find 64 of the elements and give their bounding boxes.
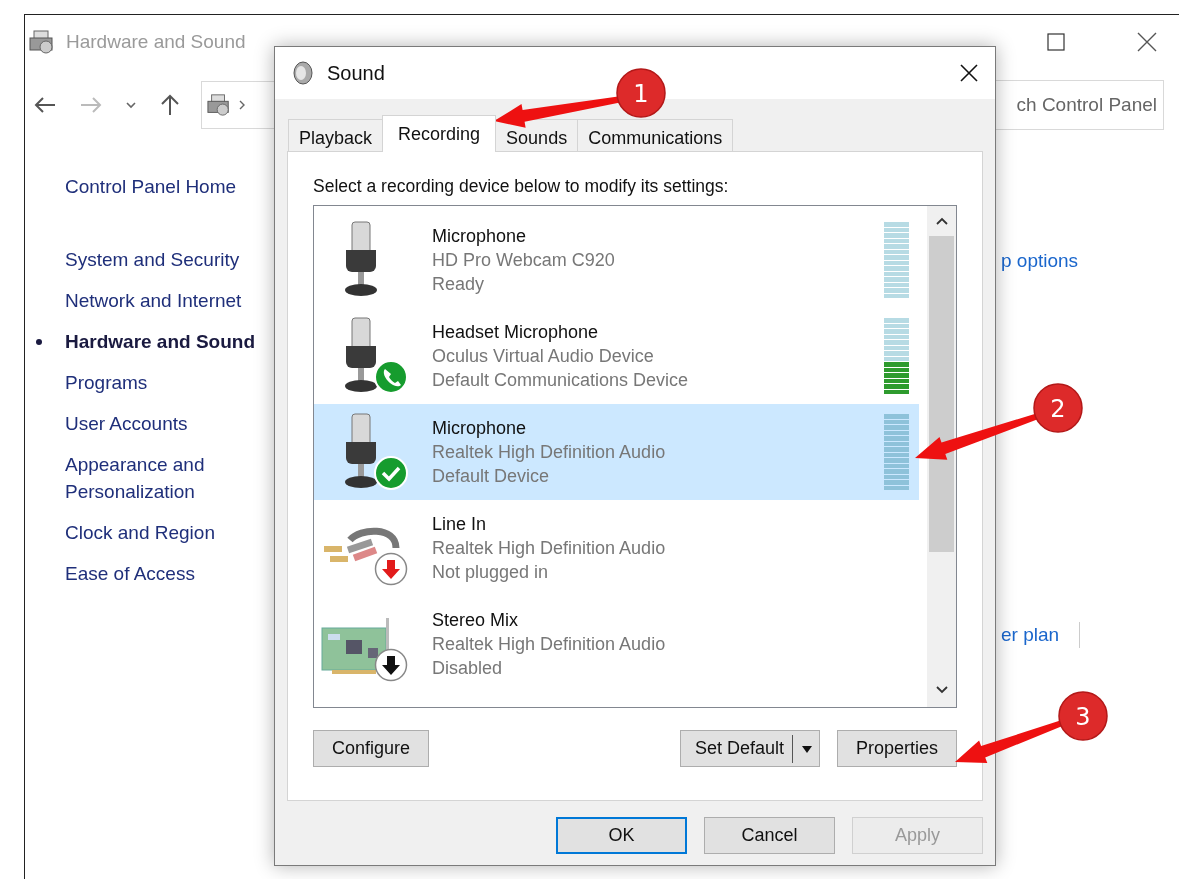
maximize-icon[interactable] <box>1047 33 1065 51</box>
down-arrow-badge-icon <box>374 648 408 682</box>
sidebar-item[interactable]: Programs <box>65 369 275 396</box>
phone-badge-icon <box>374 360 408 394</box>
step-marker: 2 <box>1033 383 1083 433</box>
sidebar-item[interactable]: Control Panel Home <box>65 173 275 200</box>
tab[interactable]: Communications <box>577 119 734 151</box>
dialog-title: Sound <box>327 61 385 85</box>
device-description: HD Pro Webcam C920 <box>432 249 615 272</box>
device-item[interactable]: Headset Microphone Oculus Virtual Audio Device Default Communications Device <box>314 308 919 404</box>
printer-icon <box>28 29 56 55</box>
action-button[interactable]: Configure <box>313 730 430 767</box>
device-name: Stereo Mix <box>432 609 520 632</box>
set-default-button[interactable]: Set Default <box>679 730 820 767</box>
chevron-right-icon[interactable] <box>238 99 246 111</box>
device-item[interactable]: Microphone HD Pro Webcam C920 Ready <box>314 212 919 308</box>
device-status: Disabled <box>432 657 504 680</box>
step-marker: 3 <box>1058 691 1108 741</box>
device-name: Headset Microphone <box>432 321 600 344</box>
caret-icon[interactable] <box>800 743 813 754</box>
link[interactable]: p options <box>1001 250 1179 272</box>
device-name: Microphone <box>432 417 528 440</box>
scroll-down-icon[interactable] <box>934 685 949 695</box>
device-name: Microphone <box>432 225 528 248</box>
close-icon[interactable] <box>1137 32 1157 52</box>
search-field[interactable]: ch Control Panel <box>996 80 1164 130</box>
device-item[interactable]: Microphone Realtek High Definition Audio Default Device <box>314 404 919 500</box>
back-arrow-icon[interactable] <box>33 95 57 115</box>
scrollbar[interactable] <box>927 206 956 707</box>
sidebar-item[interactable]: Hardware and Sound <box>36 328 275 355</box>
check-badge-icon <box>374 456 408 490</box>
sidebar-item[interactable]: User Accounts <box>65 410 275 437</box>
scroll-up-icon[interactable] <box>934 216 949 226</box>
tab[interactable]: Recording <box>382 115 497 152</box>
device-status: Not plugged in <box>432 561 550 584</box>
device-description: Realtek High Definition Audio <box>432 537 666 560</box>
instruction-text: Select a recording device below to modify its settings: <box>313 176 730 198</box>
device-status: Default Communications Device <box>432 369 689 392</box>
dialog-button[interactable]: Cancel <box>704 817 835 854</box>
down-arrow-badge-icon <box>374 552 408 586</box>
device-name: Line In <box>432 513 488 536</box>
device-description: Oculus Virtual Audio Device <box>432 345 655 368</box>
up-arrow-icon[interactable] <box>159 93 181 117</box>
sidebar-item[interactable]: Network and Internet <box>65 287 275 314</box>
step-marker: 1 <box>616 68 666 118</box>
device-description: Realtek High Definition Audio <box>432 441 666 464</box>
device-status: Default Device <box>432 465 551 488</box>
window-title: Hardware and Sound <box>66 31 246 53</box>
sidebar-item[interactable]: Ease of Access <box>65 560 275 587</box>
speaker-icon <box>291 60 315 86</box>
tab[interactable]: Playback <box>288 119 384 151</box>
device-status: Ready <box>432 273 486 296</box>
close-icon[interactable] <box>959 63 979 83</box>
sidebar-item[interactable]: System and Security <box>65 246 275 273</box>
device-item[interactable]: Line In Realtek High Definition Audio Not plugged in <box>314 500 919 596</box>
printer-icon <box>206 93 232 117</box>
chevron-down-icon[interactable] <box>125 100 137 110</box>
link[interactable]: er plan <box>1001 624 1060 646</box>
action-button[interactable]: Properties <box>836 730 957 767</box>
dialog-button[interactable]: OK <box>556 817 687 854</box>
device-description: Realtek High Definition Audio <box>432 633 666 656</box>
device-item[interactable]: Stereo Mix Realtek High Definition Audio Disabled <box>314 596 919 692</box>
sidebar-item[interactable]: Clock and Region <box>65 519 275 546</box>
sidebar-item[interactable]: Appearance and Personalization <box>65 451 275 505</box>
